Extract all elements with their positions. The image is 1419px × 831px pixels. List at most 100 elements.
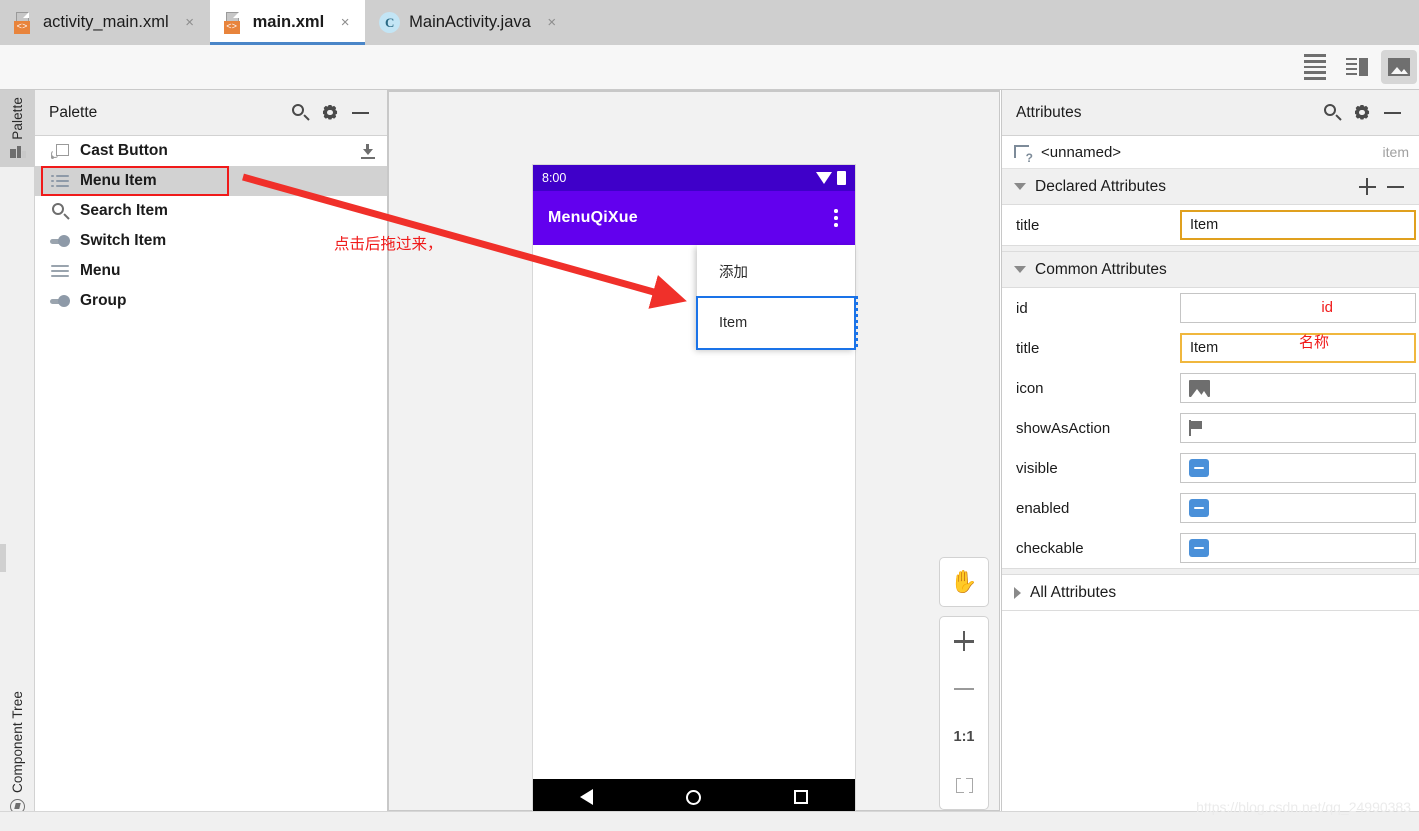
palette-item-menu-item[interactable]: Menu Item — [35, 166, 387, 196]
palette-item-label: Group — [80, 292, 127, 309]
tab-main-xml[interactable]: <> main.xml × — [209, 0, 366, 45]
design-view-icon — [1388, 58, 1410, 76]
palette-item-group[interactable]: Group — [35, 286, 387, 316]
minus-icon — [1386, 185, 1404, 188]
flag-icon — [1189, 420, 1203, 436]
minimize-icon — [1383, 111, 1401, 114]
palette-item-menu[interactable]: Menu — [35, 256, 387, 286]
all-attributes-section-header[interactable]: All Attributes — [1002, 575, 1419, 611]
common-attributes-section-header[interactable]: Common Attributes — [1002, 252, 1419, 288]
nav-recents-icon[interactable] — [794, 790, 809, 804]
tristate-checkbox-icon[interactable] — [1189, 459, 1209, 477]
zoom-out-button[interactable] — [940, 665, 988, 713]
attribute-value-input[interactable]: Item — [1180, 333, 1416, 363]
zoom-fit-button[interactable] — [940, 761, 988, 809]
wifi-icon — [816, 172, 832, 184]
attribute-label: enabled — [1016, 499, 1070, 517]
rail-splitter[interactable] — [0, 544, 6, 572]
device-app-bar: MenuQiXue — [533, 191, 855, 245]
attributes-search-button[interactable] — [1317, 98, 1347, 128]
attribute-label: id — [1016, 299, 1028, 317]
attribute-value-input[interactable] — [1180, 453, 1416, 483]
code-view-icon — [1304, 54, 1326, 80]
attribute-value-input[interactable] — [1180, 413, 1416, 443]
palette-item-label: Menu — [80, 262, 121, 279]
download-icon[interactable] — [361, 144, 375, 159]
attribute-value-input[interactable]: Item — [1180, 210, 1416, 240]
attribute-label: showAsAction — [1016, 419, 1111, 437]
plus-icon — [954, 631, 974, 651]
attribute-value-input[interactable] — [1180, 493, 1416, 523]
rail-button-palette[interactable]: Palette — [0, 90, 35, 167]
tristate-checkbox-icon[interactable] — [1189, 499, 1209, 517]
chevron-down-icon — [1014, 266, 1026, 273]
menu-option-label: 添加 — [719, 264, 748, 281]
design-canvas[interactable]: 8:00 MenuQiXue 添加 Item ✋ 1:1 — [388, 90, 1000, 815]
attributes-panel: Attributes ? <unnamed> item Declared Att… — [1001, 90, 1419, 811]
attribute-label: title — [1016, 339, 1040, 357]
design-view-button[interactable] — [1381, 50, 1417, 84]
zoom-actual-button[interactable]: 1:1 — [940, 713, 988, 761]
attributes-header: Attributes — [1002, 90, 1419, 136]
attribute-label: visible — [1016, 459, 1058, 477]
tab-label: activity_main.xml — [43, 13, 169, 31]
tristate-checkbox-icon[interactable] — [1189, 539, 1209, 557]
code-view-button[interactable] — [1297, 50, 1333, 84]
xml-file-icon: <> — [14, 11, 34, 34]
nav-home-icon[interactable] — [685, 789, 701, 805]
device-preview[interactable]: 8:00 MenuQiXue 添加 Item — [533, 165, 858, 815]
pan-tool-button[interactable]: ✋ — [940, 558, 988, 606]
chevron-right-icon — [1014, 586, 1021, 599]
remove-attribute-button[interactable] — [1381, 185, 1409, 188]
minus-icon — [954, 687, 974, 691]
palette-item-label: Menu Item — [80, 172, 157, 189]
menu-option-item[interactable]: Item — [696, 296, 858, 350]
tab-label: main.xml — [252, 13, 325, 31]
palette-header: Palette — [35, 90, 387, 136]
zoom-in-button[interactable] — [940, 617, 988, 665]
nav-back-icon[interactable] — [579, 789, 593, 805]
gear-icon — [1354, 104, 1371, 121]
switch-icon — [49, 235, 71, 247]
menu-option-add[interactable]: 添加 — [697, 245, 855, 297]
rail-button-component-tree[interactable]: Component Tree — [0, 684, 35, 821]
tab-activity-main-xml[interactable]: <> activity_main.xml × — [0, 0, 210, 45]
minimize-icon — [351, 111, 369, 114]
zoom-control-group: 1:1 — [939, 616, 989, 810]
tab-label: MainActivity.java — [409, 13, 531, 31]
palette-item-cast-button[interactable]: Cast Button — [35, 136, 387, 166]
menu-icon — [49, 264, 71, 278]
tool-window-rail: Palette Component Tree — [0, 90, 35, 831]
tab-close-icon[interactable]: × — [544, 15, 560, 30]
tab-mainactivity-java[interactable]: C MainActivity.java × — [365, 0, 572, 45]
switch-icon — [49, 295, 71, 307]
component-tag: item — [1382, 144, 1409, 160]
hand-icon: ✋ — [950, 569, 978, 594]
attribute-value-input[interactable] — [1180, 373, 1416, 403]
add-attribute-button[interactable] — [1353, 178, 1381, 195]
fit-screen-icon — [955, 776, 973, 794]
attribute-value-input[interactable] — [1180, 533, 1416, 563]
declared-attributes-section-header[interactable]: Declared Attributes — [1002, 169, 1419, 205]
tab-close-icon[interactable]: × — [337, 15, 353, 30]
palette-settings-button[interactable] — [315, 98, 345, 128]
palette-panel: Palette Cast Button Menu Item Search Ite… — [35, 90, 388, 811]
attribute-row-showasaction: showAsAction — [1002, 408, 1419, 448]
overflow-menu-icon[interactable] — [827, 209, 845, 227]
attributes-minimize-button[interactable] — [1377, 98, 1407, 128]
attributes-settings-button[interactable] — [1347, 98, 1377, 128]
device-content-area: 添加 Item — [533, 245, 858, 779]
component-name: <unnamed> — [1041, 143, 1122, 161]
attribute-label: checkable — [1016, 539, 1084, 557]
editor-tab-bar: <> activity_main.xml × <> main.xml × C M… — [0, 0, 1419, 45]
image-placeholder-icon — [1189, 379, 1210, 397]
palette-title: Palette — [49, 103, 98, 121]
attribute-value-input[interactable] — [1180, 293, 1416, 323]
palette-item-search-item[interactable]: Search Item — [35, 196, 387, 226]
section-title: All Attributes — [1030, 583, 1117, 601]
tab-close-icon[interactable]: × — [182, 15, 198, 30]
zoom-control-box: 1:1 — [939, 616, 989, 810]
split-view-button[interactable] — [1339, 50, 1375, 84]
palette-search-button[interactable] — [285, 98, 315, 128]
palette-minimize-button[interactable] — [345, 98, 375, 128]
